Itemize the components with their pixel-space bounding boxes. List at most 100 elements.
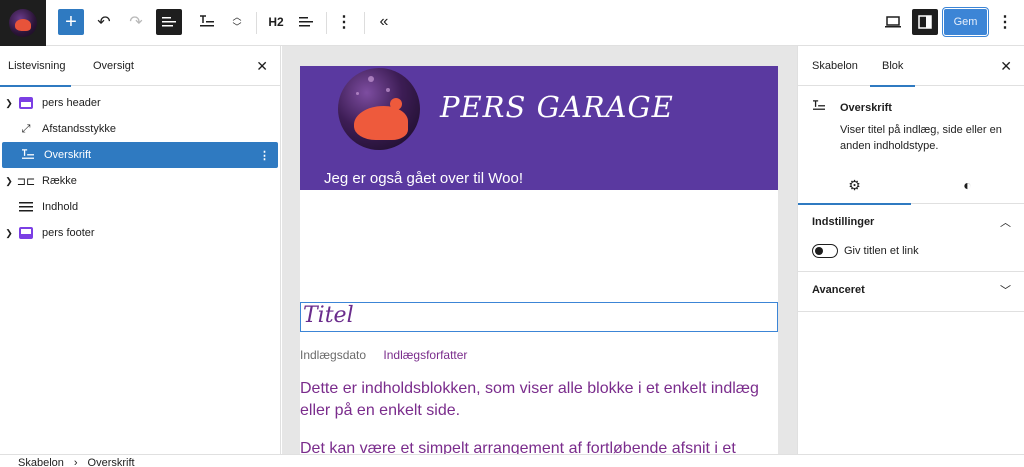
undo-button[interactable]: ↶ (92, 9, 116, 35)
tab-oversigt[interactable]: Oversigt (93, 46, 134, 86)
heading-level-button[interactable]: H2 (264, 9, 288, 35)
link-title-toggle[interactable] (812, 244, 838, 258)
tab-blok[interactable]: Blok (869, 46, 917, 87)
list-view-icon (162, 17, 176, 27)
chevron-down-icon[interactable]: ﹀ (232, 22, 241, 32)
chevron-double-left-icon: « (379, 13, 389, 30)
list-item[interactable]: ❯ pers header (0, 90, 278, 116)
site-icon (9, 9, 37, 37)
heading-icon (812, 100, 826, 115)
resize-arrow-icon: ⤢ (21, 122, 31, 135)
post-content-paragraph[interactable]: Det kan være et simpelt arrangement af f… (300, 438, 770, 454)
options-button[interactable]: ⋮ (997, 9, 1013, 35)
block-name: Overskrift (840, 102, 892, 114)
toggle-label: Giv titlen et link (844, 245, 919, 257)
settings-tabs: Skabelon Blok ✕ (798, 46, 1024, 87)
list-view-tabs: Listevisning Oversigt ✕ (0, 46, 280, 87)
list-item-label: pers header (42, 97, 101, 109)
heading-icon (200, 15, 214, 27)
site-header-block[interactable]: PERS GARAGE Jeg er også gået over til Wo… (300, 66, 778, 190)
save-button[interactable]: Gem (942, 7, 989, 37)
preview-button[interactable] (882, 9, 904, 35)
settings-button[interactable] (912, 9, 938, 35)
advanced-section[interactable]: Avanceret ﹀ (798, 272, 1024, 312)
site-tagline[interactable]: Jeg er også gået over til Woo! (324, 170, 523, 187)
close-icon: ✕ (256, 58, 268, 74)
tab-block-settings[interactable]: ⚙ (798, 166, 911, 205)
close-settings-button[interactable]: ✕ (1000, 58, 1012, 75)
tab-block-styles[interactable]: ◐ (911, 166, 1024, 204)
editor-canvas: PERS GARAGE Jeg er også gået over til Wo… (282, 46, 797, 454)
add-block-button[interactable]: + (58, 9, 84, 35)
list-item-label: Indhold (42, 201, 79, 213)
breadcrumb-item[interactable]: Skabelon (18, 457, 64, 467)
more-vertical-icon[interactable]: ⋮ (259, 149, 270, 162)
row-icon: ⊐⊏ (16, 175, 36, 188)
block-mover[interactable]: ︿ ﹀ (228, 9, 246, 35)
list-view-panel: Listevisning Oversigt ✕ ❯ pers header ⤢ … (0, 46, 281, 454)
post-author[interactable]: Indlægsforfatter (383, 348, 467, 362)
block-options-button[interactable]: ⋮ (336, 9, 352, 35)
list-item[interactable]: ❯ ⊐⊏ Række (0, 168, 278, 194)
tab-listevisning[interactable]: Listevisning (0, 46, 73, 87)
toolbar-divider (326, 12, 327, 34)
list-view-button[interactable] (156, 9, 182, 35)
site-logo-image[interactable] (338, 68, 420, 150)
section-title[interactable]: Avanceret (812, 284, 865, 296)
breadcrumb-item[interactable]: Overskrift (88, 457, 135, 467)
redo-icon: ↷ (129, 14, 143, 31)
post-title[interactable]: Titel (303, 303, 354, 328)
post-date[interactable]: Indlægsdato (300, 348, 366, 362)
chevron-up-icon[interactable]: ︿ (232, 12, 241, 22)
more-vertical-icon: ⋮ (336, 14, 352, 31)
list-item-label: Overskrift (44, 149, 92, 161)
editor-toolbar: + ↶ ↷ ︿ ﹀ H2 ⋮ « Gem ⋮ (0, 0, 1024, 46)
content-lines-icon (18, 199, 34, 215)
breadcrumb: Skabelon › Overskrift (18, 457, 135, 467)
list-item-label: Afstandsstykke (42, 123, 116, 135)
template-preview[interactable]: PERS GARAGE Jeg er også gået over til Wo… (300, 66, 778, 454)
settings-section: Indstillinger ︿ Giv titlen et link (798, 204, 1024, 272)
chevron-right-icon[interactable]: ❯ (0, 98, 18, 109)
plus-icon: + (65, 11, 77, 33)
list-item[interactable]: ❯ pers footer (0, 220, 278, 246)
site-title[interactable]: PERS GARAGE (440, 90, 674, 124)
sidebar-icon (918, 15, 932, 29)
desktop-icon (885, 16, 901, 28)
site-logo-button[interactable] (0, 0, 46, 46)
chevron-right-icon[interactable]: ❯ (0, 228, 18, 239)
template-part-footer-icon (18, 225, 34, 241)
close-list-view-button[interactable]: ✕ (256, 58, 268, 75)
block-description: Viser titel på indlæg, side eller en and… (840, 124, 1002, 152)
chevron-down-icon[interactable]: ﹀ (1000, 282, 1011, 298)
toolbar-divider (256, 12, 257, 34)
collapse-toolbar-button[interactable]: « (374, 9, 394, 35)
tab-skabelon[interactable]: Skabelon (812, 46, 858, 86)
list-item-selected[interactable]: Overskrift ⋮ (2, 142, 278, 168)
chevron-right-icon[interactable]: ❯ (0, 176, 18, 187)
post-meta: Indlægsdato Indlægsforfatter (300, 348, 467, 362)
heading-icon (20, 147, 36, 163)
template-part-header-icon (18, 95, 34, 111)
post-title-block[interactable]: Titel (300, 302, 778, 332)
styles-contrast-icon: ◐ (963, 177, 972, 193)
settings-sidebar: Skabelon Blok ✕ Overskrift Viser titel p… (797, 46, 1024, 454)
list-item[interactable]: Indhold (0, 194, 278, 220)
align-left-icon (299, 17, 313, 27)
list-item[interactable]: ⤢ Afstandsstykke (0, 116, 278, 142)
section-title[interactable]: Indstillinger (812, 216, 874, 228)
list-item-label: Række (42, 175, 77, 187)
block-inspector-tabs: ⚙ ◐ (798, 166, 1024, 205)
block-type-button[interactable] (196, 9, 218, 35)
list-item-label: pers footer (42, 227, 95, 239)
align-button[interactable] (296, 9, 316, 35)
undo-icon: ↶ (97, 14, 111, 31)
close-icon: ✕ (1000, 58, 1012, 74)
chevron-right-icon: › (73, 457, 78, 467)
toolbar-divider (364, 12, 365, 34)
breadcrumb-bar: Skabelon › Overskrift (0, 454, 1024, 467)
post-content-paragraph[interactable]: Dette er indholdsblokken, som viser alle… (300, 378, 770, 422)
chevron-up-icon[interactable]: ︿ (1000, 214, 1011, 230)
settings-gear-icon: ⚙ (848, 176, 861, 193)
redo-button[interactable]: ↷ (124, 9, 148, 35)
